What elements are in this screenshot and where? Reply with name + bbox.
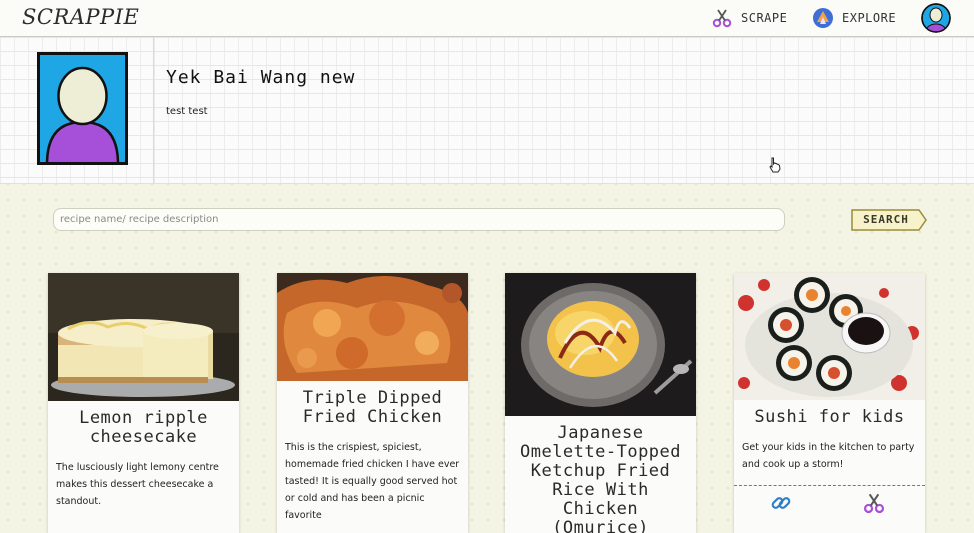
profile-panel: Yek Bai Wang new test test bbox=[0, 37, 974, 184]
recipe-card-actions bbox=[734, 485, 925, 533]
recipe-card[interactable]: Triple Dipped Fried Chicken This is the … bbox=[277, 273, 468, 533]
profile-divider bbox=[153, 37, 154, 183]
profile-picture bbox=[37, 52, 128, 165]
scissors-icon[interactable] bbox=[862, 491, 886, 515]
nav-explore-label: EXPLORE bbox=[842, 11, 897, 25]
hand-cursor-icon bbox=[769, 157, 781, 173]
scissors-icon bbox=[712, 9, 732, 28]
search-button[interactable]: SEARCH bbox=[851, 209, 927, 231]
user-avatar-icon bbox=[921, 3, 951, 33]
nav-scrape-link[interactable]: SCRAPE bbox=[711, 6, 787, 30]
nav-scrape-label: SCRAPE bbox=[741, 11, 788, 25]
link-icon[interactable] bbox=[770, 492, 792, 514]
profile-name: Yek Bai Wang new bbox=[166, 67, 356, 88]
recipe-image-cheesecake bbox=[48, 273, 239, 401]
recipe-description: Get your kids in the kitchen to party an… bbox=[742, 442, 915, 470]
recipe-title: Triple Dipped Fried Chicken bbox=[302, 388, 443, 427]
recipe-card[interactable]: Sushi for kids Get your kids in the kitc… bbox=[734, 273, 925, 533]
recipe-description: This is the crispiest, spiciest, homemad… bbox=[285, 442, 460, 521]
recipe-image-omurice bbox=[505, 273, 696, 416]
profile-avatar-button[interactable] bbox=[921, 3, 951, 33]
recipe-title: Lemon ripple cheesecake bbox=[79, 408, 208, 447]
nav-explore-link[interactable]: EXPLORE bbox=[812, 6, 896, 30]
recipe-image-fried-chicken bbox=[277, 273, 468, 381]
profile-bio: test test bbox=[166, 106, 208, 117]
top-navbar: SCRAPPIE SCRAPE EXPLORE bbox=[0, 0, 974, 37]
recipe-image-sushi bbox=[734, 273, 925, 400]
recipe-title: Japanese Omelette-Topped Ketchup Fried R… bbox=[519, 423, 682, 533]
explore-icon bbox=[813, 8, 833, 28]
search-button-label: SEARCH bbox=[863, 213, 909, 226]
recipe-title: Sushi for kids bbox=[754, 407, 905, 427]
recipe-search-input[interactable] bbox=[53, 208, 785, 231]
recipe-card[interactable]: Japanese Omelette-Topped Ketchup Fried R… bbox=[505, 273, 696, 533]
app-logo[interactable]: SCRAPPIE bbox=[22, 5, 139, 29]
recipe-card[interactable]: Lemon ripple cheesecake The lusciously l… bbox=[48, 273, 239, 533]
recipe-description: The lusciously light lemony centre makes… bbox=[56, 462, 219, 507]
